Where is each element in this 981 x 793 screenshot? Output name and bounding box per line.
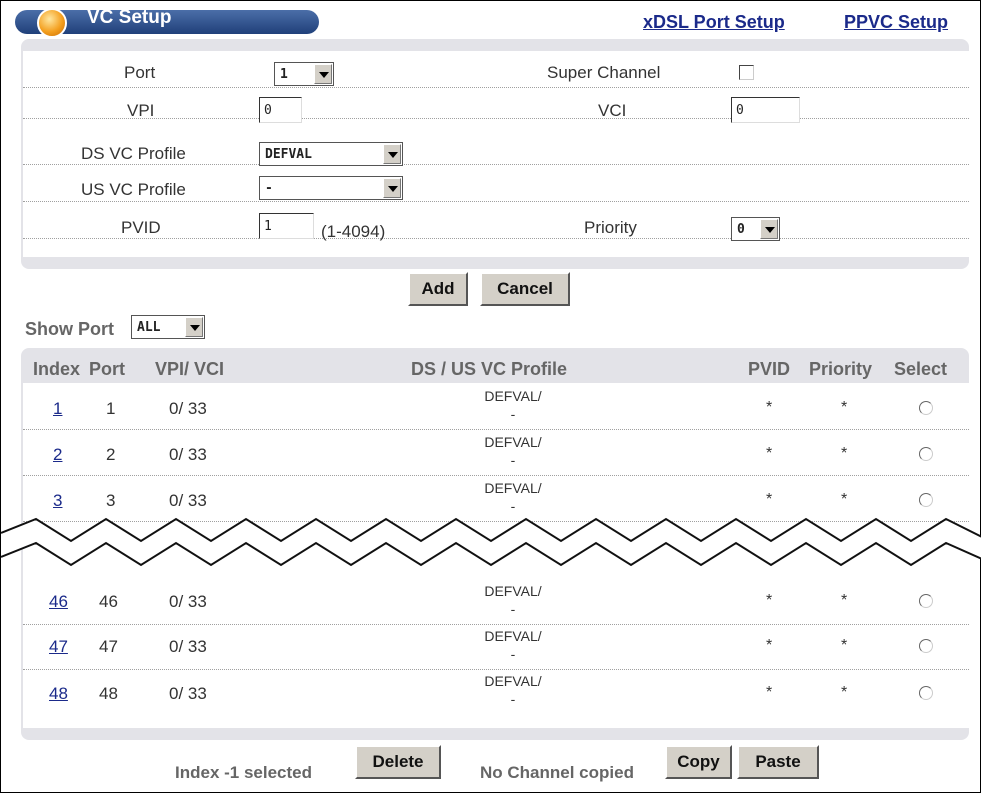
row-priority: * xyxy=(841,592,848,609)
table-row: 48 48 0/ 33 DEFVAL/- * * xyxy=(23,668,969,714)
super-channel-checkbox[interactable] xyxy=(739,65,754,80)
row-profile: DEFVAL/- xyxy=(484,434,542,468)
row-select-radio[interactable] xyxy=(919,639,933,653)
row-index-link[interactable]: 48 xyxy=(49,684,68,704)
row-pvid: * xyxy=(766,637,773,654)
row-port: 1 xyxy=(106,399,116,418)
vpi-field[interactable]: 0 xyxy=(259,97,302,123)
priority-select[interactable]: 0 xyxy=(731,217,780,241)
pvid-range-hint: (1-4094) xyxy=(321,222,386,241)
copy-status: No Channel copied xyxy=(480,763,634,782)
row-profile: DEFVAL/- xyxy=(484,673,542,707)
row-profile: DEFVAL/- xyxy=(484,583,542,617)
chevron-down-icon xyxy=(185,317,203,337)
ds-vc-profile-label: DS VC Profile xyxy=(81,144,186,163)
add-button[interactable]: Add xyxy=(408,272,468,306)
show-port-select[interactable]: ALL xyxy=(131,315,205,339)
vpi-label: VPI xyxy=(127,101,155,120)
column-header-vpi-vci: VPI/ VCI xyxy=(155,359,225,379)
row-select-radio[interactable] xyxy=(919,594,933,608)
column-header-index: Index xyxy=(33,359,81,379)
port-select[interactable]: 1 xyxy=(274,62,334,86)
pvid-field[interactable]: 1 xyxy=(259,213,314,239)
row-port: 48 xyxy=(99,684,118,703)
row-index-link[interactable]: 47 xyxy=(49,637,68,657)
vci-field[interactable]: 0 xyxy=(731,97,800,123)
chevron-down-icon xyxy=(314,64,332,84)
row-vpi-vci: 0/ 33 xyxy=(169,445,207,464)
cancel-button[interactable]: Cancel xyxy=(480,272,570,306)
vc-setup-window: VC Setup xDSL Port Setup PPVC Setup Port… xyxy=(0,0,981,793)
column-header-select: Select xyxy=(894,359,948,379)
column-header-profile: DS / US VC Profile xyxy=(411,359,568,379)
form-row-vpi xyxy=(23,88,969,119)
orb-icon xyxy=(37,8,67,38)
copy-button[interactable]: Copy xyxy=(665,745,732,779)
row-port: 3 xyxy=(106,491,116,510)
row-vpi-vci: 0/ 33 xyxy=(169,684,207,703)
row-priority: * xyxy=(841,684,848,701)
row-vpi-vci: 0/ 33 xyxy=(169,637,207,656)
row-profile: DEFVAL/- xyxy=(484,628,542,662)
row-pvid: * xyxy=(766,445,773,462)
paste-button[interactable]: Paste xyxy=(737,745,819,779)
row-profile: DEFVAL/- xyxy=(484,388,542,422)
us-vc-profile-label: US VC Profile xyxy=(81,180,186,199)
row-priority: * xyxy=(841,445,848,462)
row-profile: DEFVAL/- xyxy=(484,480,542,514)
rows-omitted-break xyxy=(1,517,981,567)
row-index-link[interactable]: 2 xyxy=(53,445,62,465)
row-index-link[interactable]: 46 xyxy=(49,592,68,612)
form-row-pvid xyxy=(23,208,969,239)
selection-status: Index -1 selected xyxy=(175,763,313,782)
super-channel-label: Super Channel xyxy=(547,63,661,82)
table-row: 1 1 0/ 33 DEFVAL/- * * xyxy=(23,383,969,430)
row-index-link[interactable]: 1 xyxy=(53,399,62,419)
row-pvid: * xyxy=(766,684,773,701)
row-priority: * xyxy=(841,491,848,508)
column-header-priority: Priority xyxy=(809,359,873,379)
form-row-port xyxy=(23,57,969,88)
row-pvid: * xyxy=(766,399,773,416)
row-pvid: * xyxy=(766,491,773,508)
row-select-radio[interactable] xyxy=(919,447,933,461)
show-port-label: Show Port xyxy=(25,319,114,339)
vci-label: VCI xyxy=(598,101,627,120)
row-select-radio[interactable] xyxy=(919,401,933,415)
us-vc-profile-select[interactable]: - xyxy=(259,176,403,200)
row-select-radio[interactable] xyxy=(919,686,933,700)
row-priority: * xyxy=(841,637,848,654)
chevron-down-icon xyxy=(760,219,778,239)
pvid-label: PVID xyxy=(121,218,161,237)
column-header-port: Port xyxy=(89,359,125,379)
xdsl-port-setup-link[interactable]: xDSL Port Setup xyxy=(643,12,785,33)
page-title: VC Setup xyxy=(87,7,172,28)
column-header-pvid: PVID xyxy=(748,359,791,379)
row-vpi-vci: 0/ 33 xyxy=(169,491,207,510)
row-vpi-vci: 0/ 33 xyxy=(169,592,207,611)
table-row: 46 46 0/ 33 DEFVAL/- * * xyxy=(23,578,969,625)
priority-label: Priority xyxy=(584,218,637,237)
row-priority: * xyxy=(841,399,848,416)
row-port: 47 xyxy=(99,637,118,656)
table-row: 47 47 0/ 33 DEFVAL/- * * xyxy=(23,623,969,670)
port-label: Port xyxy=(124,63,156,82)
ds-vc-profile-select[interactable]: DEFVAL xyxy=(259,142,403,166)
row-select-radio[interactable] xyxy=(919,493,933,507)
table-row: 2 2 0/ 33 DEFVAL/- * * xyxy=(23,429,969,476)
row-vpi-vci: 0/ 33 xyxy=(169,399,207,418)
row-pvid: * xyxy=(766,592,773,609)
delete-button[interactable]: Delete xyxy=(355,745,441,779)
chevron-down-icon xyxy=(383,144,401,164)
row-port: 2 xyxy=(106,445,116,464)
row-port: 46 xyxy=(99,592,118,611)
chevron-down-icon xyxy=(383,178,401,198)
row-index-link[interactable]: 3 xyxy=(53,491,62,511)
ppvc-setup-link[interactable]: PPVC Setup xyxy=(844,12,948,33)
